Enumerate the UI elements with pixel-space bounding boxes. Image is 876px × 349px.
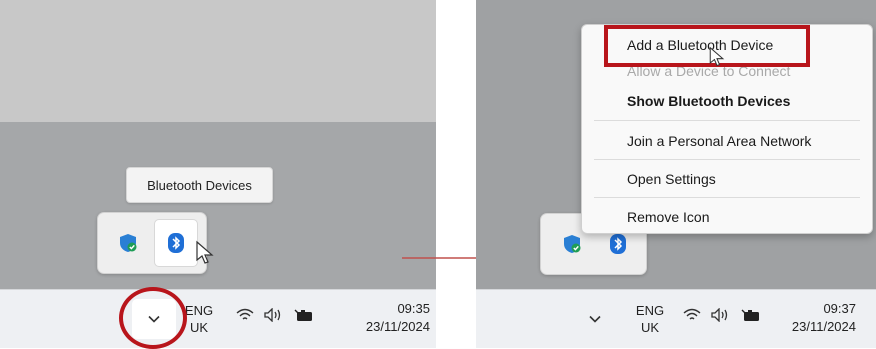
battery-icon bbox=[294, 309, 312, 321]
tray-overflow-popup bbox=[97, 212, 207, 274]
show-hidden-icons-button[interactable] bbox=[573, 299, 617, 339]
left-desktop-area bbox=[0, 122, 436, 300]
clock[interactable]: 09:37 23/11/2024 bbox=[746, 300, 856, 336]
system-icons[interactable] bbox=[236, 308, 314, 322]
chevron-down-icon bbox=[589, 315, 601, 323]
language-code: ENG bbox=[635, 303, 665, 318]
clock-date: 23/11/2024 bbox=[791, 319, 856, 334]
security-tray-button[interactable] bbox=[106, 221, 150, 265]
bluetooth-tray-button[interactable] bbox=[154, 219, 198, 267]
menu-item-remove-icon[interactable]: Remove Icon bbox=[582, 199, 872, 235]
volume-icon bbox=[711, 308, 728, 322]
clock-time: 09:35 bbox=[397, 301, 430, 316]
menu-item-join-personal-area-network[interactable]: Join a Personal Area Network bbox=[582, 123, 872, 159]
clock-date: 23/11/2024 bbox=[365, 319, 430, 334]
menu-separator bbox=[594, 197, 860, 198]
menu-item-show-bluetooth-devices[interactable]: Show Bluetooth Devices bbox=[582, 83, 872, 119]
shield-icon bbox=[564, 235, 581, 253]
bluetooth-icon bbox=[610, 234, 626, 254]
right-taskbar: ENG UK 09:37 23/11/2024 bbox=[476, 289, 876, 348]
add-device-highlight-box bbox=[604, 25, 810, 67]
tooltip-text: Bluetooth Devices bbox=[147, 177, 252, 193]
clock[interactable]: 09:35 23/11/2024 bbox=[320, 300, 430, 336]
keyboard-layout: UK bbox=[640, 320, 660, 335]
shield-icon bbox=[120, 234, 137, 252]
mouse-cursor-icon bbox=[196, 240, 214, 264]
bluetooth-tooltip: Bluetooth Devices bbox=[126, 167, 273, 203]
wifi-icon bbox=[683, 308, 701, 320]
clock-time: 09:37 bbox=[823, 301, 856, 316]
menu-item-open-settings[interactable]: Open Settings bbox=[582, 161, 872, 197]
menu-separator bbox=[594, 159, 860, 160]
volume-icon bbox=[264, 308, 281, 322]
menu-separator bbox=[594, 120, 860, 121]
mouse-cursor-icon bbox=[709, 46, 725, 67]
wifi-icon bbox=[236, 308, 254, 320]
chevron-highlight-circle bbox=[119, 287, 187, 349]
left-taskbar: ENG UK 09:35 23/11/2024 bbox=[0, 289, 436, 348]
language-indicator[interactable]: ENG UK bbox=[632, 302, 668, 336]
bluetooth-icon bbox=[168, 233, 184, 253]
